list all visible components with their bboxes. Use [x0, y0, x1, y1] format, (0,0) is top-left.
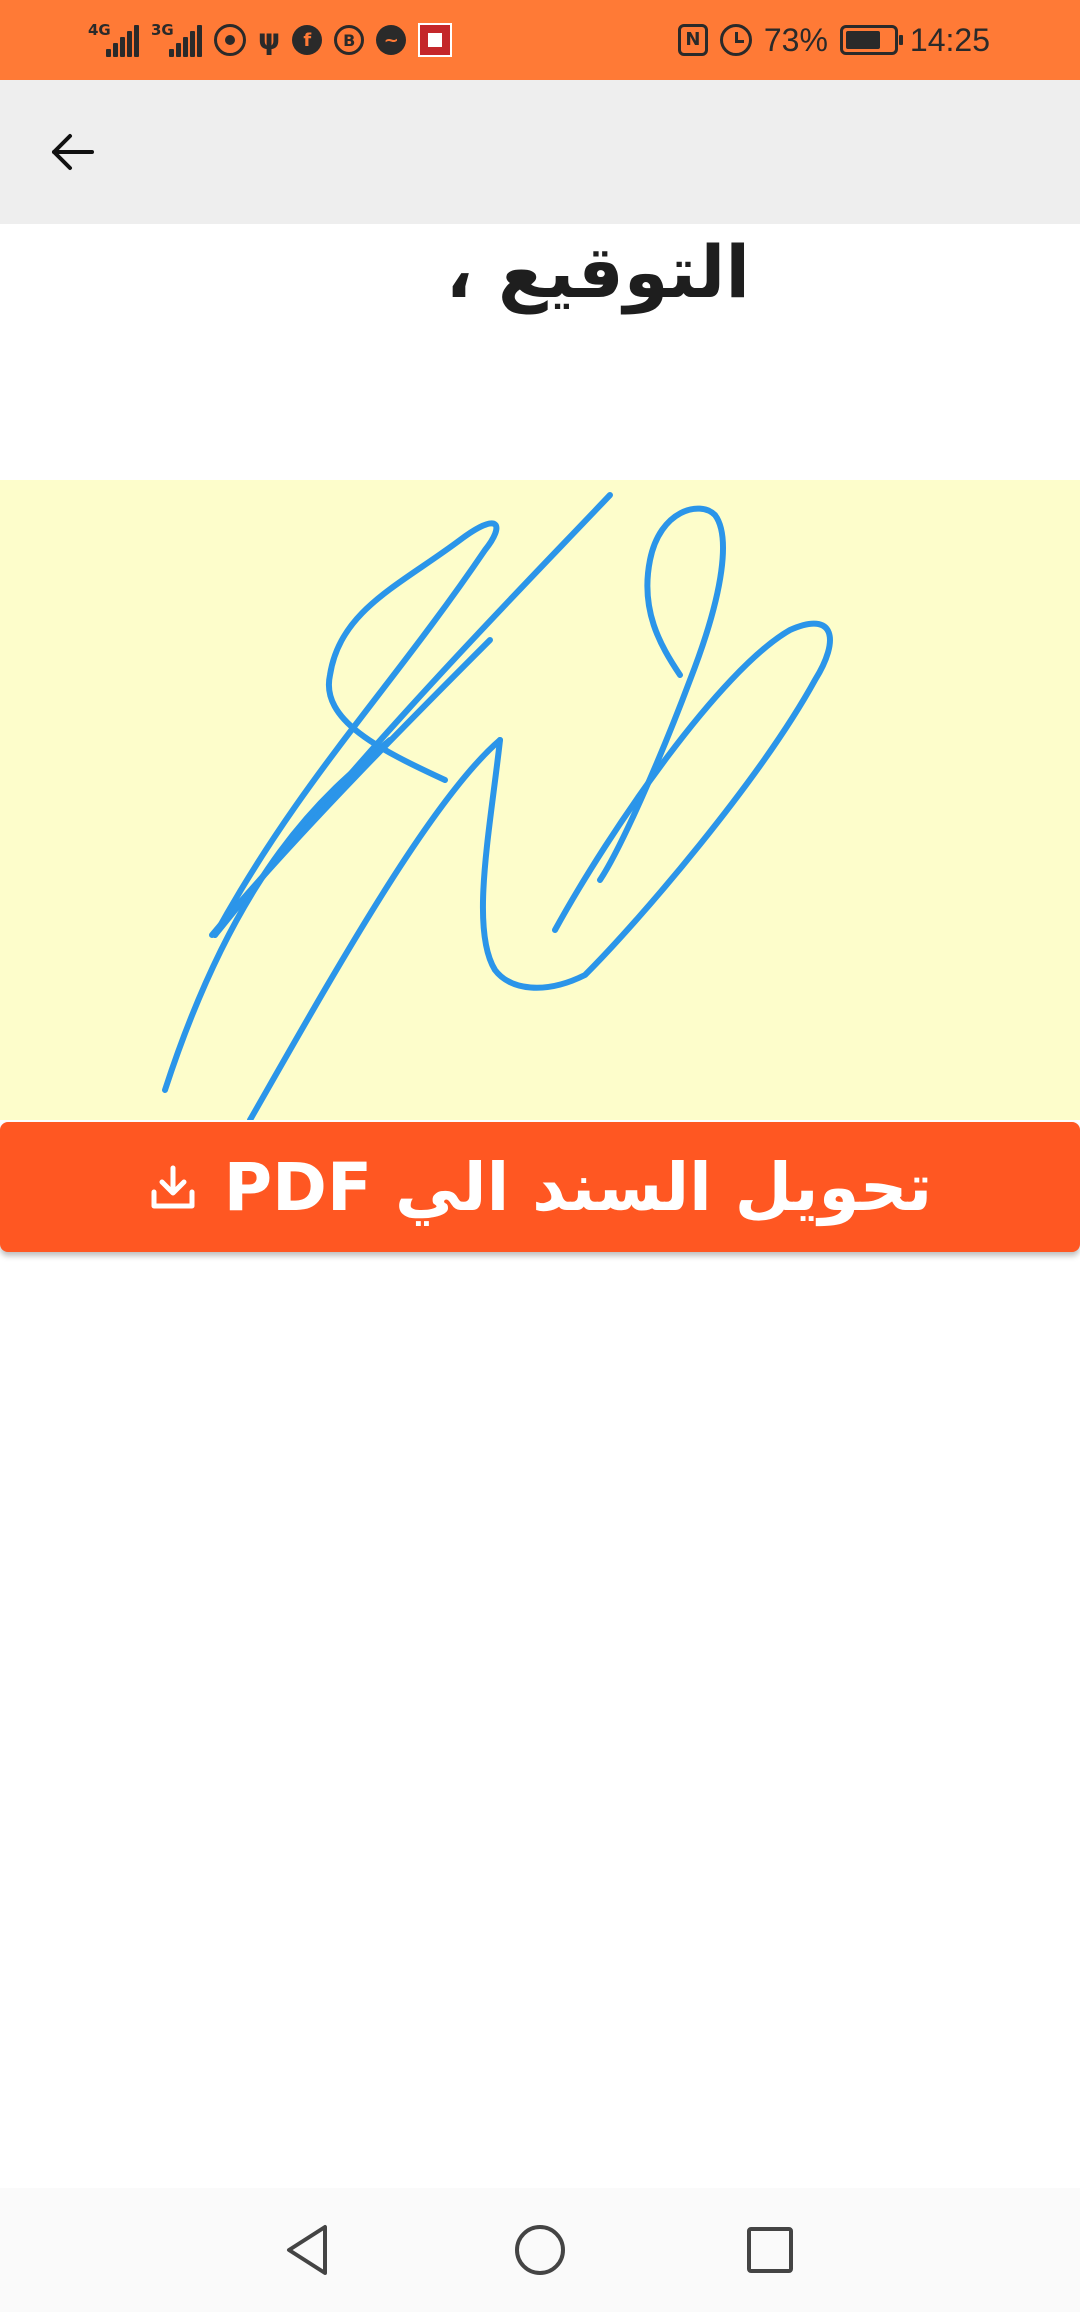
status-bar: 4G 3G ψ f B ~ N 73% 14:25	[0, 0, 1080, 80]
status-icons-right: N 73% 14:25	[677, 18, 990, 62]
nav-back-button[interactable]	[278, 2220, 338, 2280]
clock: 14:25	[909, 21, 990, 58]
office-icon	[418, 23, 453, 57]
download-icon	[151, 1165, 195, 1209]
nav-home-button[interactable]	[510, 2220, 570, 2280]
messenger-icon: ~	[376, 25, 407, 55]
b-icon: B	[334, 25, 365, 55]
status-icons-left: 4G 3G ψ f B ~	[88, 18, 453, 62]
alarm-icon	[719, 24, 752, 56]
hotspot-icon	[214, 24, 246, 56]
app-bar	[0, 80, 1080, 224]
signature-drawing	[162, 492, 833, 1120]
square-recents-icon	[747, 2227, 793, 2273]
circle-home-icon	[515, 2225, 565, 2275]
arrow-left-icon	[52, 134, 94, 170]
navigation-bar	[0, 2188, 1080, 2312]
page-title: التوقيع ،	[445, 230, 750, 314]
battery-icon	[839, 25, 903, 55]
triangle-back-icon	[287, 2225, 327, 2275]
convert-button-label: تحويل السند الي PDF	[223, 1148, 933, 1226]
facebook-icon: f	[292, 25, 323, 55]
back-button[interactable]	[32, 120, 112, 184]
battery-percent: 73%	[763, 21, 828, 58]
signal-4g-icon: 4G	[88, 21, 139, 57]
convert-to-pdf-button[interactable]: تحويل السند الي PDF	[0, 1122, 1080, 1252]
nfc-icon: N	[677, 24, 708, 56]
signal-3g-icon: 3G	[151, 21, 202, 57]
usb-icon: ψ	[258, 23, 281, 56]
nav-recents-button[interactable]	[740, 2220, 800, 2280]
network-type-2: 3G	[151, 21, 174, 39]
signature-pad[interactable]	[0, 480, 1080, 1120]
network-type-1: 4G	[88, 21, 111, 39]
